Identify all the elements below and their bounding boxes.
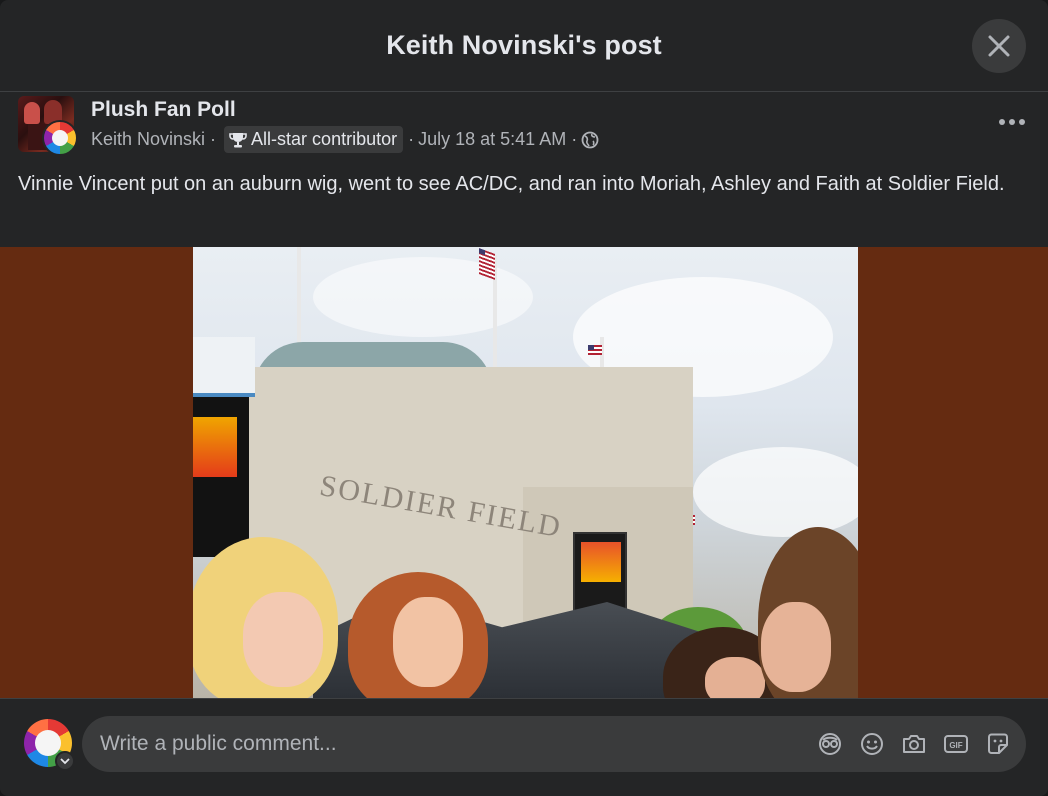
page-name-link[interactable]: Plush Fan Poll	[91, 98, 236, 122]
post-message: Vinnie Vincent put on an auburn wig, wen…	[18, 173, 1005, 195]
author-avatar[interactable]	[42, 120, 78, 156]
comment-input[interactable]	[100, 732, 800, 756]
more-options-button[interactable]	[994, 108, 1030, 136]
comment-input-box[interactable]: GIF	[82, 716, 1026, 772]
post-header: Plush Fan Poll Keith Novinski · All-star…	[18, 96, 1030, 158]
post-meta: Keith Novinski · All-star contributor · …	[91, 126, 599, 153]
close-icon	[988, 35, 1010, 57]
post-photo[interactable]: SOLDIER FIELD	[193, 247, 858, 698]
gif-icon[interactable]: GIF	[942, 730, 970, 758]
post-timestamp-link[interactable]: July 18 at 5:41 AM	[418, 129, 566, 150]
comment-composer: GIF	[0, 698, 1048, 796]
badge-label: All-star contributor	[251, 129, 398, 149]
comment-tools: GIF	[816, 730, 1012, 758]
sticker-icon[interactable]	[984, 730, 1012, 758]
more-horizontal-icon	[999, 119, 1025, 125]
camera-icon[interactable]	[900, 730, 928, 758]
close-button[interactable]	[972, 19, 1026, 73]
globe-icon[interactable]	[581, 131, 599, 149]
avatar-sticker-icon[interactable]	[816, 730, 844, 758]
post-media[interactable]: SOLDIER FIELD	[0, 247, 1048, 698]
separator-dot: ·	[408, 129, 415, 149]
dialog-header: Keith Novinski's post	[0, 0, 1048, 92]
svg-text:GIF: GIF	[949, 741, 962, 750]
contributor-badge[interactable]: All-star contributor	[224, 126, 404, 153]
trophy-icon	[229, 132, 247, 147]
chevron-down-icon	[60, 758, 70, 765]
separator-dot: ·	[210, 129, 217, 149]
separator-dot: ·	[571, 129, 578, 149]
emoji-icon[interactable]	[858, 730, 886, 758]
account-switcher[interactable]	[55, 751, 75, 771]
post-dialog: Keith Novinski's post Plush Fan Poll Kei…	[0, 0, 1048, 796]
author-name-link[interactable]: Keith Novinski	[91, 129, 205, 150]
dialog-title: Keith Novinski's post	[386, 30, 662, 60]
